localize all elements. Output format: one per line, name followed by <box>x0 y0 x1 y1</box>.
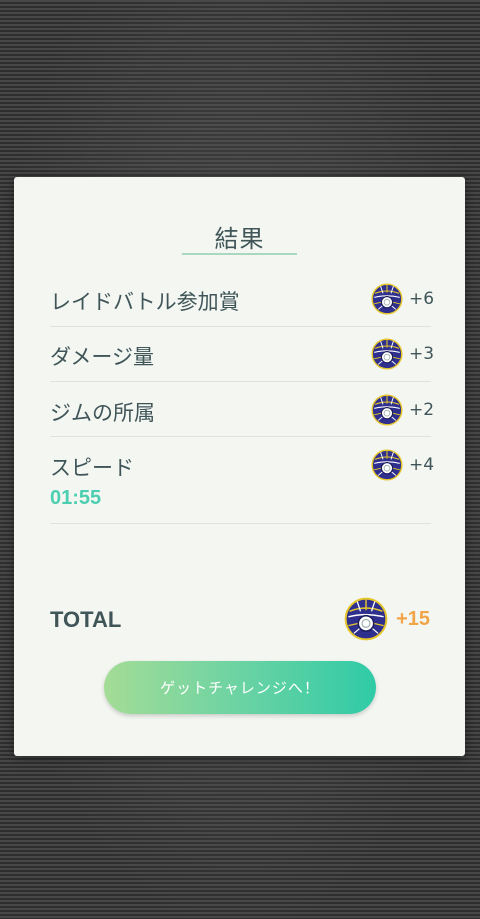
raid-result-card: 結果 レイドバトル参加賞 +6 ダメージ量 +3 ジムの所属 +2 スピード 0… <box>14 177 465 756</box>
row-reward: +4 <box>371 449 435 481</box>
title-underline <box>182 253 297 255</box>
premier-ball-icon <box>344 597 388 641</box>
row-value: +2 <box>409 400 435 420</box>
premier-ball-icon <box>371 394 403 426</box>
get-challenge-button[interactable]: ゲットチャレンジへ！ <box>104 661 376 714</box>
total-value: +15 <box>396 607 430 630</box>
result-title: 結果 <box>214 225 265 253</box>
premier-ball-icon <box>371 283 403 315</box>
total-label: TOTAL <box>50 607 122 632</box>
result-row-participation: レイドバトル参加賞 +6 <box>50 277 435 327</box>
row-reward: +3 <box>371 338 435 370</box>
premier-ball-icon <box>371 449 403 481</box>
total-reward: +15 <box>344 597 430 641</box>
row-value: +4 <box>409 455 435 475</box>
row-label: ダメージ量 <box>50 345 154 369</box>
row-reward: +2 <box>371 394 435 426</box>
result-row-speed: スピード 01:55 +4 <box>50 437 435 524</box>
row-value: +6 <box>409 289 435 309</box>
row-label: レイドバトル参加賞 <box>50 290 240 314</box>
speed-time: 01:55 <box>50 487 102 509</box>
row-label: スピード <box>50 456 134 480</box>
premier-ball-icon <box>371 338 403 370</box>
row-value: +3 <box>409 344 435 364</box>
result-row-damage: ダメージ量 +3 <box>50 327 435 382</box>
row-label: ジムの所属 <box>50 401 155 425</box>
result-row-gym-team: ジムの所属 +2 <box>50 382 435 437</box>
row-reward: +6 <box>371 283 435 315</box>
